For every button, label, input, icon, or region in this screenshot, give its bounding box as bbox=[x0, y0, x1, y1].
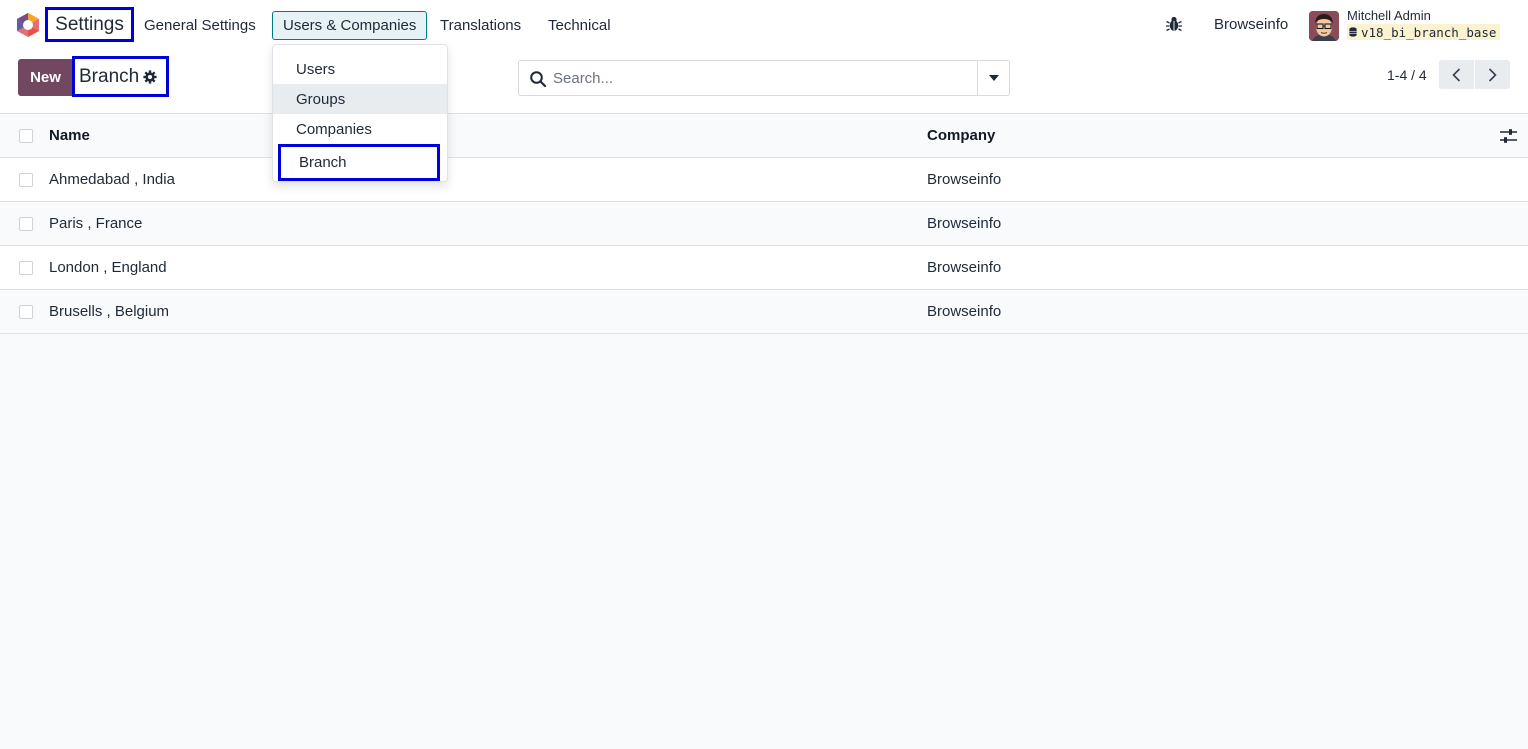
select-all-checkbox[interactable] bbox=[19, 129, 33, 143]
chevron-right-icon bbox=[1488, 67, 1497, 82]
breadcrumb: Branch bbox=[72, 56, 169, 97]
database-icon bbox=[1349, 27, 1357, 37]
pager-previous-button[interactable] bbox=[1439, 60, 1474, 89]
new-button[interactable]: New bbox=[18, 59, 73, 96]
optional-columns-icon[interactable] bbox=[1500, 128, 1517, 144]
user-avatar[interactable] bbox=[1309, 11, 1339, 41]
search-input[interactable] bbox=[553, 62, 973, 94]
row-checkbox[interactable] bbox=[19, 261, 33, 275]
users-companies-dropdown: Users Groups Companies Branch bbox=[272, 44, 448, 182]
row-checkbox[interactable] bbox=[19, 217, 33, 231]
caret-down-icon bbox=[988, 75, 999, 81]
row-company: Browseinfo bbox=[927, 171, 1002, 188]
menu-translations[interactable]: Translations bbox=[430, 11, 531, 40]
search-options-toggle[interactable] bbox=[977, 61, 1009, 95]
odoo-app-icon[interactable] bbox=[16, 12, 40, 38]
row-company: Browseinfo bbox=[927, 259, 1002, 276]
row-company: Browseinfo bbox=[927, 303, 1002, 320]
chevron-left-icon bbox=[1452, 67, 1461, 82]
row-checkbox[interactable] bbox=[19, 173, 33, 187]
pager-value[interactable]: 1-4 / 4 bbox=[1387, 67, 1427, 83]
table-row[interactable]: Paris , France Browseinfo bbox=[0, 202, 1528, 246]
dropdown-item-users[interactable]: Users bbox=[273, 54, 447, 84]
database-badge: v18_bi_branch_base bbox=[1347, 24, 1501, 40]
pager-next-button[interactable] bbox=[1475, 60, 1510, 89]
list-header: Name Company bbox=[0, 113, 1528, 158]
user-name[interactable]: Mitchell Admin bbox=[1347, 8, 1431, 23]
search-icon bbox=[530, 71, 547, 88]
table-row[interactable]: Brusells , Belgium Browseinfo bbox=[0, 290, 1528, 334]
menu-technical[interactable]: Technical bbox=[538, 11, 621, 40]
table-row[interactable]: Ahmedabad , India Browseinfo bbox=[0, 158, 1528, 202]
menu-general-settings[interactable]: General Settings bbox=[134, 11, 266, 40]
row-checkbox[interactable] bbox=[19, 305, 33, 319]
row-name: London , England bbox=[49, 259, 167, 276]
page-title: Branch bbox=[79, 65, 140, 87]
debug-bug-icon[interactable] bbox=[1165, 15, 1183, 33]
top-navbar: Settings General Settings Users & Compan… bbox=[0, 0, 1528, 50]
dropdown-item-groups[interactable]: Groups bbox=[273, 84, 447, 114]
search-bar bbox=[518, 60, 1010, 96]
row-name: Ahmedabad , India bbox=[49, 171, 175, 188]
app-title[interactable]: Settings bbox=[45, 7, 134, 42]
column-header-name[interactable]: Name bbox=[49, 127, 90, 144]
row-name: Brusells , Belgium bbox=[49, 303, 170, 320]
row-name: Paris , France bbox=[49, 215, 143, 232]
row-company: Browseinfo bbox=[927, 215, 1002, 232]
control-panel: New Branch Search... 1-4 / 4 bbox=[0, 50, 1528, 113]
company-switcher[interactable]: Browseinfo bbox=[1214, 16, 1288, 33]
table-row[interactable]: London , England Browseinfo bbox=[0, 246, 1528, 290]
database-name: v18_bi_branch_base bbox=[1361, 24, 1497, 40]
gear-icon[interactable] bbox=[143, 69, 157, 84]
column-header-company[interactable]: Company bbox=[927, 127, 995, 144]
dropdown-item-branch[interactable]: Branch bbox=[278, 144, 440, 181]
branch-list: Name Company Ahmedabad , India Browseinf… bbox=[0, 113, 1528, 334]
dropdown-item-companies[interactable]: Companies bbox=[273, 114, 447, 144]
menu-users-companies[interactable]: Users & Companies bbox=[272, 11, 428, 40]
